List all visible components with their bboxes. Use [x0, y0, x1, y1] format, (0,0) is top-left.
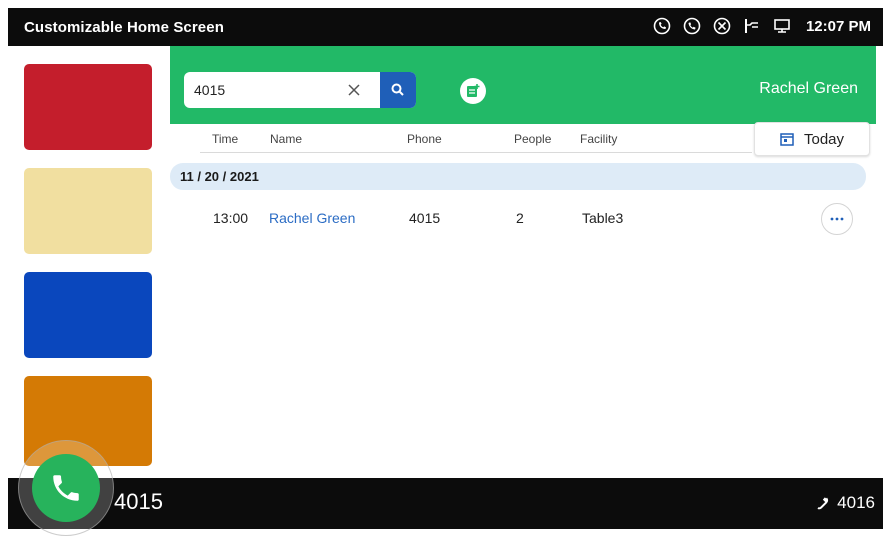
call-forward-icon [652, 16, 672, 36]
search-button[interactable] [380, 72, 416, 108]
search-box [184, 72, 416, 108]
other-line-number: 4016 [837, 493, 875, 512]
app-title: Customizable Home Screen [24, 19, 224, 36]
date-group-header: 11 / 20 / 2021 [170, 163, 866, 190]
column-header-phone: Phone [407, 132, 442, 146]
active-line-number: 4015 [114, 489, 163, 514]
phone-icon [53, 475, 79, 501]
bottom-bar: 4015 4016 [8, 478, 883, 529]
row-time: 13:00 [213, 210, 249, 226]
header-divider [200, 152, 752, 153]
status-icons: 12:07 PM [652, 16, 871, 36]
user-name: Rachel Green [759, 80, 858, 97]
clear-icon[interactable] [342, 78, 366, 102]
shortcut-tile-red[interactable] [24, 64, 152, 150]
row-facility: Table3 [582, 210, 624, 226]
search-input[interactable] [194, 72, 344, 108]
other-line[interactable]: 4016 [815, 493, 875, 513]
shortcut-tile-yellow[interactable] [24, 168, 152, 254]
add-note-icon [467, 84, 480, 97]
call-icon [682, 16, 702, 36]
call-button[interactable] [32, 454, 100, 522]
power-plug-icon [742, 16, 762, 36]
phone-handset-icon [817, 497, 829, 510]
column-header-time: Time [212, 132, 239, 146]
date-group-label: 11 / 20 / 2021 [180, 169, 259, 184]
row-name-link[interactable]: Rachel Green [269, 210, 355, 226]
more-options-button[interactable] [821, 203, 853, 235]
column-header-facility: Facility [580, 132, 618, 146]
header-bar: Rachel Green [170, 46, 876, 124]
column-header-name: Name [270, 132, 303, 146]
clock: 12:07 PM [805, 17, 871, 35]
status-bar: Customizable Home Screen 12:07 PM [8, 8, 883, 46]
today-button[interactable]: Today [754, 122, 870, 156]
do-not-disturb-icon [712, 16, 732, 36]
monitor-icon [772, 16, 792, 36]
today-label: Today [803, 130, 845, 148]
more-horizontal-icon [830, 217, 844, 221]
search-icon [391, 83, 404, 96]
column-header-people: People [514, 132, 552, 146]
shortcut-tile-blue[interactable] [24, 272, 152, 358]
row-phone: 4015 [409, 210, 441, 226]
row-people: 2 [516, 210, 524, 226]
calendar-icon [780, 133, 794, 146]
add-reservation-button[interactable] [460, 78, 486, 104]
